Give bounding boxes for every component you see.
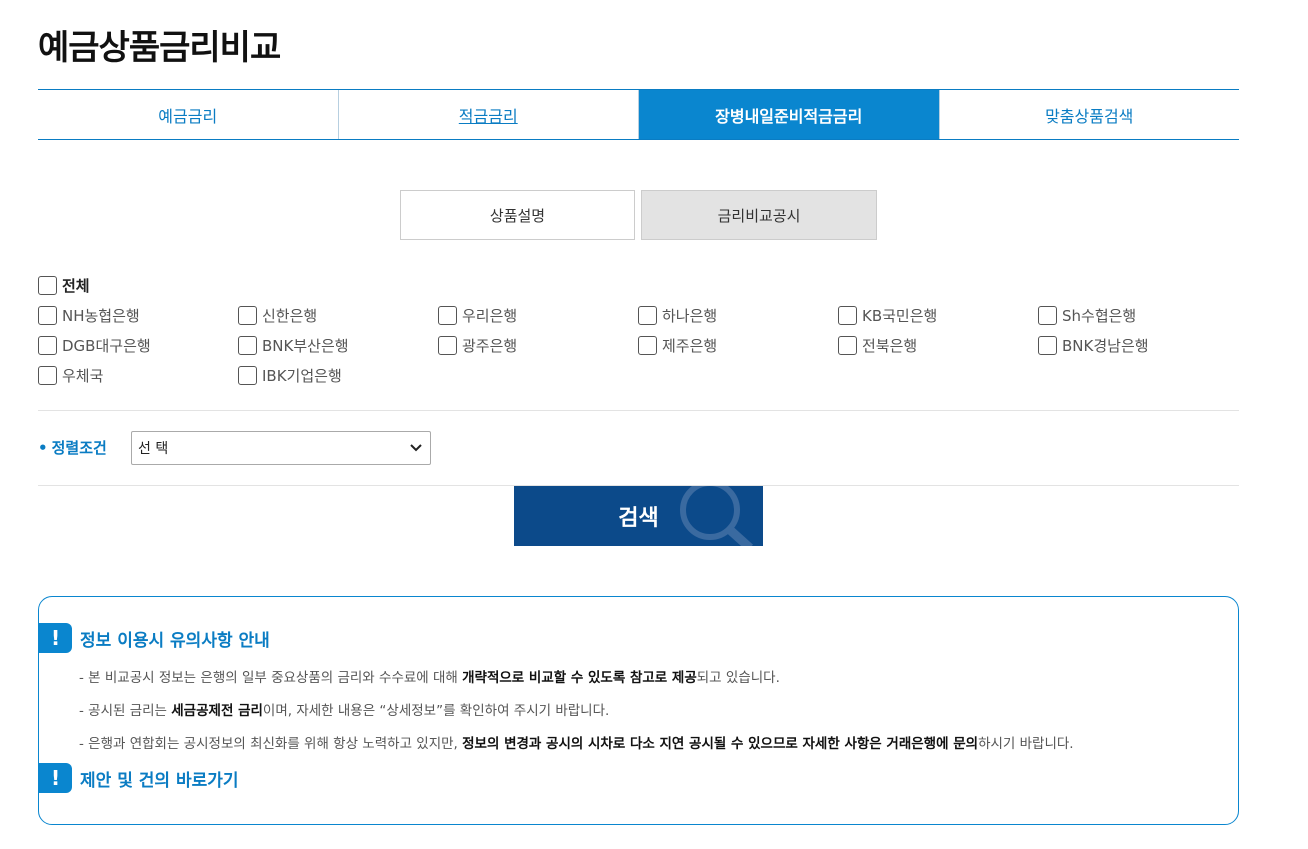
notice-line: - 공시된 금리는 세금공제전 금리이며, 자세한 내용은 “상세정보”를 확인… [79, 699, 609, 719]
checkbox-bank[interactable]: 전북은행 [838, 335, 1038, 356]
notice-emphasis: 세금공제전 금리 [171, 703, 263, 719]
tab-label: 예금금리 [158, 106, 218, 126]
exclamation-icon: ! [39, 623, 72, 653]
page-title: 예금상품금리비교 [38, 28, 281, 68]
sort-label-text: 정렬조건 [51, 439, 107, 457]
checkbox-bank[interactable]: 제주은행 [638, 335, 838, 356]
search-icon [680, 486, 754, 546]
bank-filter: 전체 NH농협은행 신한은행 우리은행 하나은행 KB국민은행 Sh수협은행 D… [38, 270, 1239, 390]
notice-text: 되고 있습니다. [696, 670, 780, 686]
subtab-label: 금리비교공시 [717, 206, 801, 225]
checkbox-box[interactable] [38, 335, 57, 355]
checkbox-box[interactable] [38, 275, 57, 295]
sort-selected-value: 선 택 [138, 441, 169, 457]
checkbox-label: 신한은행 [262, 306, 318, 325]
checkbox-label: 제주은행 [662, 336, 718, 355]
subtab-label: 상품설명 [489, 206, 546, 225]
sort-select[interactable]: 선 택 [131, 431, 431, 465]
proposal-link[interactable]: ! 제안 및 건의 바로가기 [39, 763, 239, 793]
checkbox-label: BNK부산은행 [262, 336, 349, 355]
tab-label: 맞춤상품검색 [1045, 106, 1134, 126]
checkbox-box[interactable] [38, 365, 57, 385]
checkbox-label: NH농협은행 [62, 306, 140, 325]
notice-line: - 은행과 연합회는 공시정보의 최신화를 위해 항상 노력하고 있지만, 정보… [79, 732, 1074, 752]
exclamation-icon: ! [39, 763, 72, 793]
notice-box: ! 정보 이용시 유의사항 안내 - 본 비교공시 정보는 은행의 일부 중요상… [38, 596, 1239, 825]
tab-label: 장병내일준비적금금리 [715, 106, 863, 126]
notice-text: - 본 비교공시 정보는 은행의 일부 중요상품의 금리와 수수료에 대해 [79, 670, 463, 686]
checkbox-box[interactable] [38, 305, 57, 325]
divider [38, 410, 1239, 411]
checkbox-label: Sh수협은행 [1062, 306, 1137, 325]
notice-text: 이며, 자세한 내용은 “상세정보”를 확인하여 주시기 바랍니다. [262, 703, 610, 719]
checkbox-label: 전체 [62, 276, 90, 295]
checkbox-box[interactable] [638, 305, 657, 325]
notice-emphasis: 정보의 변경과 공시의 시차로 다소 지연 공시될 수 있으므로 자세한 사항은… [462, 736, 979, 752]
main-tabs: 예금금리 적금금리 장병내일준비적금금리 맞춤상품검색 [38, 89, 1239, 140]
checkbox-label: 하나은행 [662, 306, 718, 325]
checkbox-label: 광주은행 [462, 336, 518, 355]
notice-text: 하시기 바랍니다. [978, 736, 1074, 752]
notice-text: - 은행과 연합회는 공시정보의 최신화를 위해 항상 노력하고 있지만, [79, 736, 463, 752]
checkbox-bank[interactable]: 우체국 [38, 365, 238, 386]
checkbox-box[interactable] [1038, 305, 1057, 325]
checkbox-bank[interactable]: KB국민은행 [838, 305, 1038, 326]
checkbox-label: BNK경남은행 [1062, 336, 1149, 355]
checkbox-label: DGB대구은행 [62, 336, 151, 355]
checkbox-label: 우리은행 [462, 306, 518, 325]
checkbox-label: 우체국 [62, 366, 104, 385]
subtab-product-description[interactable]: 상품설명 [400, 190, 635, 240]
checkbox-bank[interactable]: BNK경남은행 [1038, 335, 1238, 356]
checkbox-bank[interactable]: NH농협은행 [38, 305, 238, 326]
checkbox-box[interactable] [838, 335, 857, 355]
checkbox-bank[interactable]: IBK기업은행 [238, 365, 438, 386]
checkbox-all[interactable]: 전체 [38, 275, 238, 296]
checkbox-bank[interactable]: Sh수협은행 [1038, 305, 1238, 326]
checkbox-box[interactable] [238, 305, 257, 325]
sort-label: • 정렬조건 [38, 437, 107, 458]
checkbox-label: IBK기업은행 [262, 366, 342, 385]
checkbox-box[interactable] [438, 305, 457, 325]
checkbox-bank[interactable]: 하나은행 [638, 305, 838, 326]
checkbox-bank[interactable]: 신한은행 [238, 305, 438, 326]
tab-custom-product-search[interactable]: 맞춤상품검색 [939, 90, 1239, 139]
checkbox-bank[interactable]: 우리은행 [438, 305, 638, 326]
tab-savings-rate[interactable]: 적금금리 [338, 90, 639, 139]
chevron-down-icon [410, 441, 422, 455]
checkbox-box[interactable] [838, 305, 857, 325]
checkbox-label: 전북은행 [862, 336, 918, 355]
checkbox-box[interactable] [438, 335, 457, 355]
notice-header: ! 정보 이용시 유의사항 안내 [39, 623, 270, 653]
checkbox-label: KB국민은행 [862, 306, 938, 325]
notice-text: - 공시된 금리는 [79, 703, 172, 719]
notice-title: 정보 이용시 유의사항 안내 [80, 630, 270, 651]
proposal-link-label: 제안 및 건의 바로가기 [80, 770, 239, 791]
tab-deposit-rate[interactable]: 예금금리 [38, 90, 339, 139]
notice-line: - 본 비교공시 정보는 은행의 일부 중요상품의 금리와 수수료에 대해 개략… [79, 666, 780, 686]
checkbox-box[interactable] [238, 335, 257, 355]
notice-emphasis: 개략적으로 비교할 수 있도록 참고로 제공 [462, 670, 697, 686]
checkbox-box[interactable] [1038, 335, 1057, 355]
tab-label: 적금금리 [458, 106, 518, 126]
checkbox-bank[interactable]: DGB대구은행 [38, 335, 238, 356]
search-button[interactable]: 검색 [514, 486, 763, 546]
sub-tabs: 상품설명 금리비교공시 [400, 190, 877, 240]
checkbox-box[interactable] [238, 365, 257, 385]
search-button-label: 검색 [618, 506, 659, 531]
checkbox-bank[interactable]: 광주은행 [438, 335, 638, 356]
tab-soldier-savings-rate[interactable]: 장병내일준비적금금리 [639, 90, 940, 139]
checkbox-box[interactable] [638, 335, 657, 355]
bullet: • [38, 439, 48, 457]
checkbox-bank[interactable]: BNK부산은행 [238, 335, 438, 356]
subtab-rate-comparison[interactable]: 금리비교공시 [641, 190, 877, 240]
